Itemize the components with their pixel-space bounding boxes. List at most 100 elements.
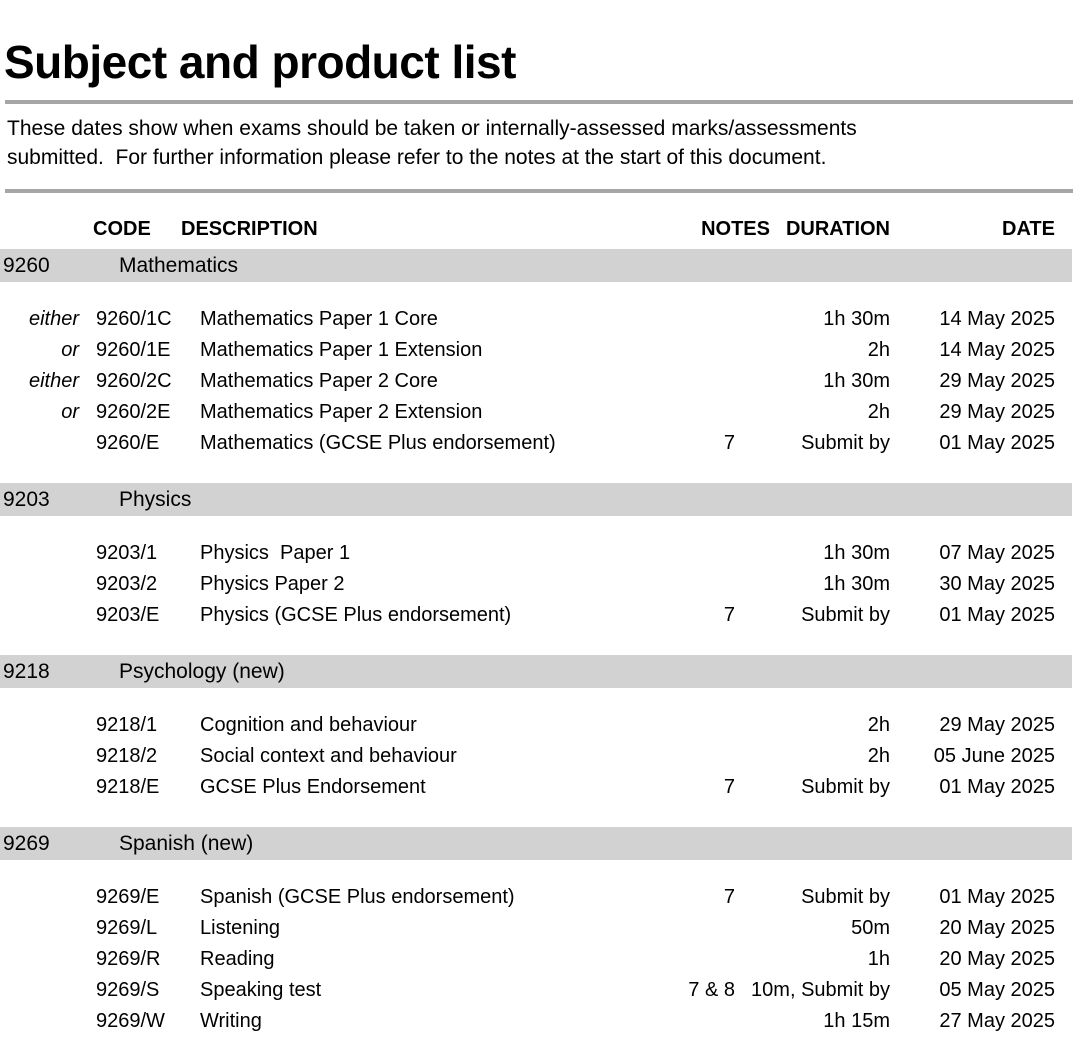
subject-header-row: 9269 Spanish (new): [0, 827, 1072, 860]
row-duration: 1h 30m: [823, 370, 890, 392]
subject-product-table: CODE DESCRIPTION NOTES DURATION DATE 926…: [0, 205, 1080, 1038]
row-duration: 2h: [867, 339, 890, 361]
subject-name: Mathematics: [119, 254, 239, 277]
subject-header-row: 9203 Physics: [0, 483, 1072, 516]
row-date: 05 May 2025: [939, 979, 1055, 1001]
row-code: 9269/S: [96, 979, 160, 1001]
row-date: 20 May 2025: [939, 917, 1055, 939]
table-row: 9260/E Mathematics (GCSE Plus endorsement…: [0, 429, 1080, 460]
row-notes: 7: [723, 776, 735, 798]
table-row: 9218/1 Cognition and behaviour 2h 29 May 20…: [0, 711, 1080, 742]
row-notes: 7: [723, 604, 735, 626]
subject-header-row: 9218 Psychology (new): [0, 655, 1072, 688]
table-row: either 9260/2C Mathematics Paper 2 Core 1h …: [0, 367, 1080, 398]
row-code: 9218/E: [96, 776, 160, 798]
table-row: 9269/L Listening 50m 20 May 2025: [0, 914, 1080, 945]
row-date: 14 May 2025: [939, 308, 1055, 330]
row-code: 9203/E: [96, 604, 160, 626]
table-row: 9269/R Reading 1h 20 May 2025: [0, 945, 1080, 976]
column-header-duration: DURATION: [785, 218, 890, 240]
column-header-code: CODE: [93, 218, 151, 240]
row-description: Mathematics Paper 1 Extension: [200, 339, 483, 361]
row-description: Physics Paper 1: [200, 542, 351, 564]
row-code: 9269/L: [96, 917, 158, 939]
subject-name: Psychology (new): [119, 660, 285, 683]
row-date: 01 May 2025: [939, 432, 1055, 454]
row-notes: 7: [723, 432, 735, 454]
row-date: 29 May 2025: [939, 401, 1055, 423]
row-date: 01 May 2025: [939, 776, 1055, 798]
row-duration: 2h: [867, 745, 890, 767]
row-code: 9269/E: [96, 886, 160, 908]
subject-code: 9260: [3, 254, 50, 277]
document-page: Subject and product list These dates sho…: [0, 0, 1080, 1060]
row-description: Social context and behaviour: [200, 745, 457, 767]
table-row: 9218/E GCSE Plus Endorsement 7 Submit by 01 …: [0, 773, 1080, 804]
row-date: 27 May 2025: [939, 1010, 1055, 1032]
divider-below-intro: [5, 189, 1073, 193]
intro-paragraph: These dates show when exams should be ta…: [7, 114, 1067, 172]
column-header-date: DATE: [1002, 218, 1055, 240]
row-duration: 2h: [867, 714, 890, 736]
row-code: 9203/1: [96, 542, 158, 564]
table-row: or 9260/1E Mathematics Paper 1 Extension 2h…: [0, 336, 1080, 367]
table-row: or 9260/2E Mathematics Paper 2 Extension 2h…: [0, 398, 1080, 429]
row-code: 9269/R: [96, 948, 161, 970]
row-description: Physics (GCSE Plus endorsement): [200, 604, 512, 626]
row-code: 9260/2C: [96, 370, 172, 392]
row-date: 29 May 2025: [939, 714, 1055, 736]
row-duration: 2h: [867, 401, 890, 423]
row-description: Listening: [200, 917, 281, 939]
row-duration: 1h 30m: [823, 573, 890, 595]
row-duration: 1h: [867, 948, 890, 970]
row-description: Mathematics (GCSE Plus endorsement): [200, 432, 556, 454]
row-description: Spanish (GCSE Plus endorsement): [200, 886, 515, 908]
row-date: 01 May 2025: [939, 604, 1055, 626]
row-description: Physics Paper 2: [200, 573, 345, 595]
row-code: 9269/W: [96, 1010, 165, 1032]
intro-line-2: submitted. For further information pleas…: [7, 146, 827, 169]
page-title: Subject and product list: [4, 35, 516, 88]
table-row: 9218/2 Social context and behaviour 2h 05 J…: [0, 742, 1080, 773]
row-prefix: or: [61, 401, 79, 423]
table-row: 9203/2 Physics Paper 2 1h 30m 30 May 2025: [0, 570, 1080, 601]
row-date: 20 May 2025: [939, 948, 1055, 970]
row-code: 9218/1: [96, 714, 158, 736]
row-description: Speaking test: [200, 979, 322, 1001]
row-duration: 10m, Submit by: [751, 979, 890, 1001]
row-code: 9260/1C: [96, 308, 172, 330]
row-prefix: either: [28, 308, 79, 330]
subject-header-row: 9260 Mathematics: [0, 249, 1072, 282]
subject-code: 9218: [3, 660, 50, 683]
intro-line-1: These dates show when exams should be ta…: [7, 117, 857, 140]
row-duration: Submit by: [801, 886, 890, 908]
row-description: Writing: [200, 1010, 262, 1032]
table-row: either 9260/1C Mathematics Paper 1 Core 1h …: [0, 305, 1080, 336]
table-row: 9203/E Physics (GCSE Plus endorsement) 7 Su…: [0, 601, 1080, 632]
table-column-headers: CODE DESCRIPTION NOTES DURATION DATE: [0, 205, 1080, 249]
table-sections: 9260 Mathematics either 9260/1C Mathematics …: [0, 249, 1080, 1038]
row-description: Mathematics Paper 1 Core: [200, 308, 438, 330]
subject-name: Physics: [119, 488, 192, 511]
row-description: Reading: [200, 948, 275, 970]
row-duration: Submit by: [801, 432, 890, 454]
row-description: Cognition and behaviour: [200, 714, 417, 736]
row-code: 9260/E: [96, 432, 160, 454]
row-duration: 1h 15m: [823, 1010, 890, 1032]
row-code: 9260/2E: [96, 401, 171, 423]
column-header-description: DESCRIPTION: [181, 218, 318, 240]
table-row: 9269/W Writing 1h 15m 27 May 2025: [0, 1007, 1080, 1038]
row-notes: 7: [723, 886, 735, 908]
row-duration: 1h 30m: [823, 308, 890, 330]
table-row: 9269/E Spanish (GCSE Plus endorsement) 7 Su…: [0, 883, 1080, 914]
subject-name: Spanish (new): [119, 832, 254, 855]
subject-code: 9269: [3, 832, 50, 855]
column-header-notes: NOTES: [701, 218, 770, 240]
row-code: 9203/2: [96, 573, 158, 595]
row-date: 05 June 2025: [933, 745, 1055, 767]
